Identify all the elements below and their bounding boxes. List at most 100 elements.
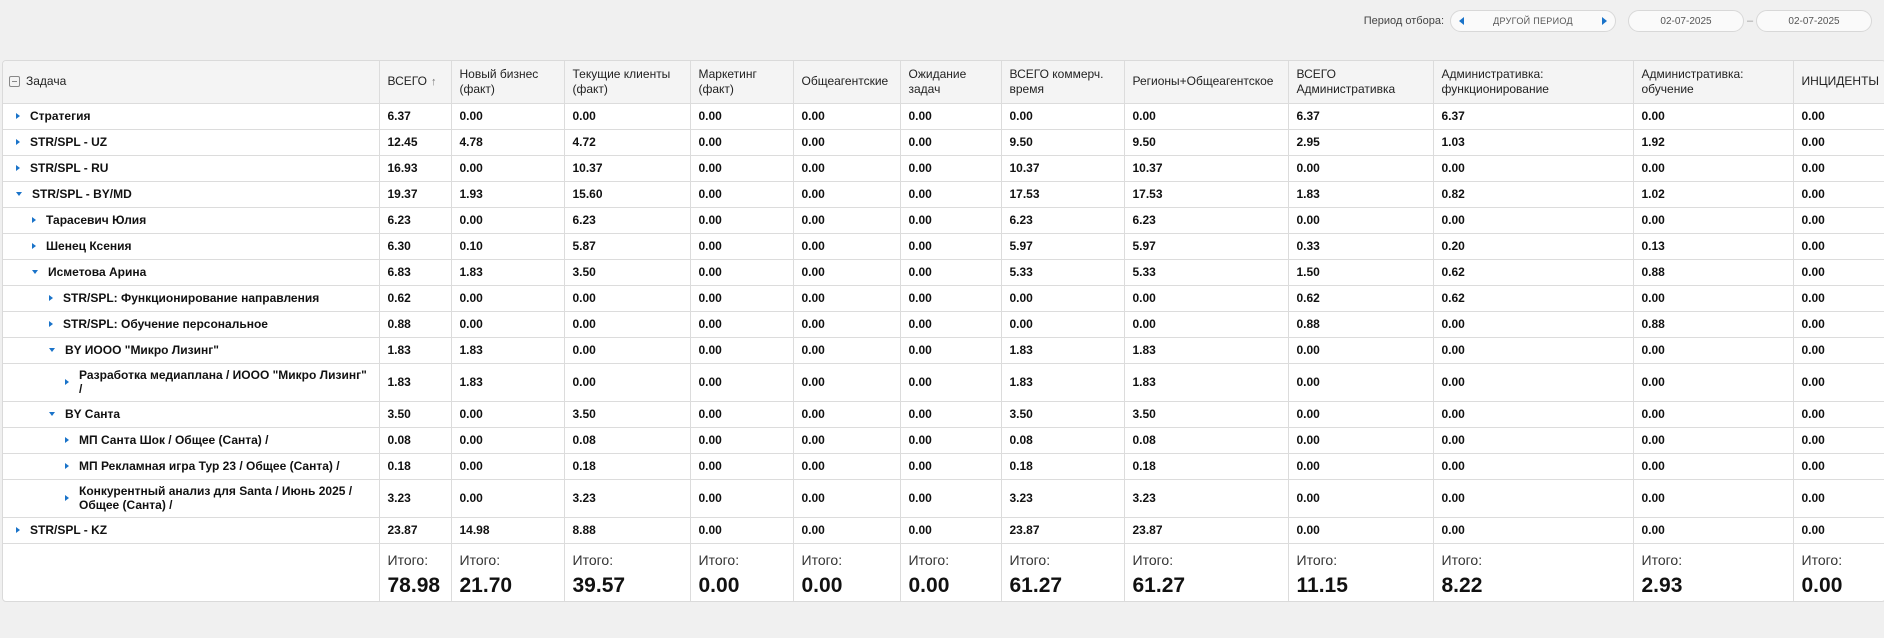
expand-row-icon[interactable] <box>65 437 69 443</box>
value-cell: 3.23 <box>1001 479 1125 518</box>
value-cell: 0.00 <box>900 181 1002 208</box>
column-header-10[interactable]: Административка: функционирование <box>1433 61 1634 104</box>
total-label: Итого: <box>801 551 843 568</box>
table-row[interactable]: STR/SPL: Обучение персональное 0.88 0.00 0.… <box>3 311 1884 338</box>
column-header-6[interactable]: Ожидание задач <box>900 61 1002 104</box>
task-name-wrap: Исметова Арина <box>32 265 371 279</box>
column-header-5[interactable]: Общеагентские <box>793 61 901 104</box>
collapse-all-icon[interactable] <box>9 76 20 88</box>
expand-row-icon[interactable] <box>16 139 20 145</box>
expand-row-icon[interactable] <box>32 243 36 249</box>
table-row[interactable]: МП Санта Шок / Общее (Санта) /0.08 0.00 0.… <box>3 427 1884 454</box>
value-cell: 0.00 <box>793 517 901 544</box>
expand-row-icon[interactable] <box>65 463 69 469</box>
table-row[interactable]: Тарасевич Юлия 6.23 0.00 6.23 0.00 0.00 0.00 6.… <box>3 207 1884 234</box>
total-label: Итого: <box>1009 551 1051 568</box>
expand-row-icon[interactable] <box>32 217 36 223</box>
value-cell: 0.00 <box>1124 311 1289 338</box>
column-header-2[interactable]: Новый бизнес (факт) <box>451 61 565 104</box>
total-label: Итого: <box>572 551 614 568</box>
next-period-arrow-icon[interactable] <box>1601 17 1607 25</box>
column-header-task[interactable]: Задача <box>3 61 380 104</box>
report-table: Задача ВСЕГО ↑ Новый бизнес (факт) Текущие к… <box>3 61 1884 601</box>
value-cell: 5.97 <box>1001 233 1125 260</box>
task-name-wrap: STR/SPL - BY/MD <box>16 187 371 201</box>
value-cell: 0.00 <box>900 103 1002 130</box>
period-selector[interactable]: ДРУГОЙ ПЕРИОД <box>1450 10 1616 32</box>
task-name-cell: Тарасевич Юлия <box>3 207 380 234</box>
collapse-row-icon[interactable] <box>16 192 22 196</box>
expand-row-icon[interactable] <box>16 527 20 533</box>
column-header-8[interactable]: Регионы+Общеагентское <box>1124 61 1289 104</box>
column-header-11[interactable]: Административка: обучение <box>1633 61 1794 104</box>
value-cell: 0.00 <box>690 103 794 130</box>
table-row[interactable]: STR/SPL - RU 16.93 0.00 10.37 0.00 0.00 0.00 10… <box>3 155 1884 182</box>
expand-row-icon[interactable] <box>65 379 69 385</box>
collapse-row-icon[interactable] <box>49 412 55 416</box>
expand-row-icon[interactable] <box>16 165 20 171</box>
column-header-label: ИНЦИДЕНТЫ <box>1801 74 1880 89</box>
date-separator: – <box>1746 15 1754 27</box>
table-row[interactable]: Стратегия 6.37 0.00 0.00 0.00 0.00 0.00 0.00 0.0… <box>3 103 1884 130</box>
collapse-row-icon[interactable] <box>49 348 55 352</box>
value-cell: 0.00 <box>451 427 565 454</box>
table-row[interactable]: BY ИООО "Микро Лизинг" 1.83 1.83 0.00 0.00 0.… <box>3 337 1884 364</box>
column-header-label: Административка: функционирование <box>1441 66 1549 96</box>
collapse-row-icon[interactable] <box>32 270 38 274</box>
total-value: 78.98 <box>387 573 441 597</box>
table-row[interactable]: Исметова Арина 6.83 1.83 3.50 0.00 0.00 0.00 5.… <box>3 259 1884 286</box>
task-name-label: STR/SPL - RU <box>30 161 109 175</box>
task-name-label: STR/SPL - KZ <box>30 523 108 537</box>
value-cell: 0.00 <box>1633 517 1794 544</box>
task-name-wrap: STR/SPL - RU <box>16 161 371 175</box>
value-cell: 0.00 <box>793 337 901 364</box>
value-cell: 6.23 <box>1124 207 1289 234</box>
table-row[interactable]: Конкурентный анализ для Santa / Июнь 202… <box>3 479 1884 518</box>
date-from-field[interactable]: 02-07-2025 <box>1628 10 1744 32</box>
column-header-9[interactable]: ВСЕГО Административка <box>1288 61 1434 104</box>
table-row[interactable]: STR/SPL - KZ 23.87 14.98 8.88 0.00 0.00 0.00 23… <box>3 517 1884 544</box>
task-name-wrap: STR/SPL - UZ <box>16 135 371 149</box>
value-cell: 0.00 <box>1633 427 1794 454</box>
value-cell: 0.00 <box>900 207 1002 234</box>
value-cell: 14.98 <box>451 517 565 544</box>
task-name-wrap: МП Санта Шок / Общее (Санта) / <box>65 433 371 447</box>
value-cell: 0.00 <box>564 311 691 338</box>
value-cell: 0.00 <box>793 401 901 428</box>
value-cell: 1.83 <box>451 259 565 286</box>
table-row[interactable]: Разработка медиаплана / ИООО "Микро Лизи… <box>3 363 1884 402</box>
table-row[interactable]: МП Рекламная игра Тур 23 / Общее (Санта)… <box>3 453 1884 480</box>
table-row[interactable]: STR/SPL: Функционирование направления 0.6… <box>3 285 1884 312</box>
value-cell: 0.00 <box>1633 155 1794 182</box>
column-header-1[interactable]: ВСЕГО ↑ <box>379 61 452 104</box>
table-row[interactable]: Шенец Ксения 6.30 0.10 5.87 0.00 0.00 0.00 5.97… <box>3 233 1884 260</box>
value-cell: 0.00 <box>690 285 794 312</box>
value-cell: 0.00 <box>690 233 794 260</box>
column-header-7[interactable]: ВСЕГО коммерч. время <box>1001 61 1125 104</box>
previous-period-arrow-icon[interactable] <box>1459 17 1464 25</box>
expand-row-icon[interactable] <box>49 321 53 327</box>
column-header-4[interactable]: Маркетинг (факт) <box>690 61 794 104</box>
total-label: Итого: <box>698 551 740 568</box>
column-header-12[interactable]: ИНЦИДЕНТЫ <box>1793 61 1884 104</box>
column-header-3[interactable]: Текущие клиенты (факт) <box>564 61 691 104</box>
column-header-label: ВСЕГО Административка <box>1296 66 1396 96</box>
task-name-label: МП Рекламная игра Тур 23 / Общее (Санта)… <box>79 459 340 473</box>
table-row[interactable]: BY Санта 3.50 0.00 3.50 0.00 0.00 0.00 3.50 3.50… <box>3 401 1884 428</box>
value-cell: 0.00 <box>1793 103 1884 130</box>
expand-row-icon[interactable] <box>49 295 53 301</box>
value-cell: 0.00 <box>451 207 565 234</box>
expand-row-icon[interactable] <box>16 113 20 119</box>
value-cell: 0.00 <box>1433 311 1634 338</box>
table-row[interactable]: STR/SPL - BY/MD 19.37 1.93 15.60 0.00 0.00 0.0… <box>3 181 1884 208</box>
value-cell: 0.00 <box>1433 207 1634 234</box>
expand-row-icon[interactable] <box>65 495 69 501</box>
value-cell: 0.00 <box>1633 337 1794 364</box>
value-cell: 0.08 <box>379 427 452 454</box>
column-header-label: Текущие клиенты (факт) <box>572 66 671 96</box>
value-cell: 0.33 <box>1288 233 1434 260</box>
table-row[interactable]: STR/SPL - UZ 12.45 4.78 4.72 0.00 0.00 0.00 9.5… <box>3 129 1884 156</box>
date-to-field[interactable]: 02-07-2025 <box>1756 10 1872 32</box>
period-label: Период отбора: <box>1363 15 1444 27</box>
sort-ascending-icon[interactable]: ↑ <box>431 76 437 88</box>
